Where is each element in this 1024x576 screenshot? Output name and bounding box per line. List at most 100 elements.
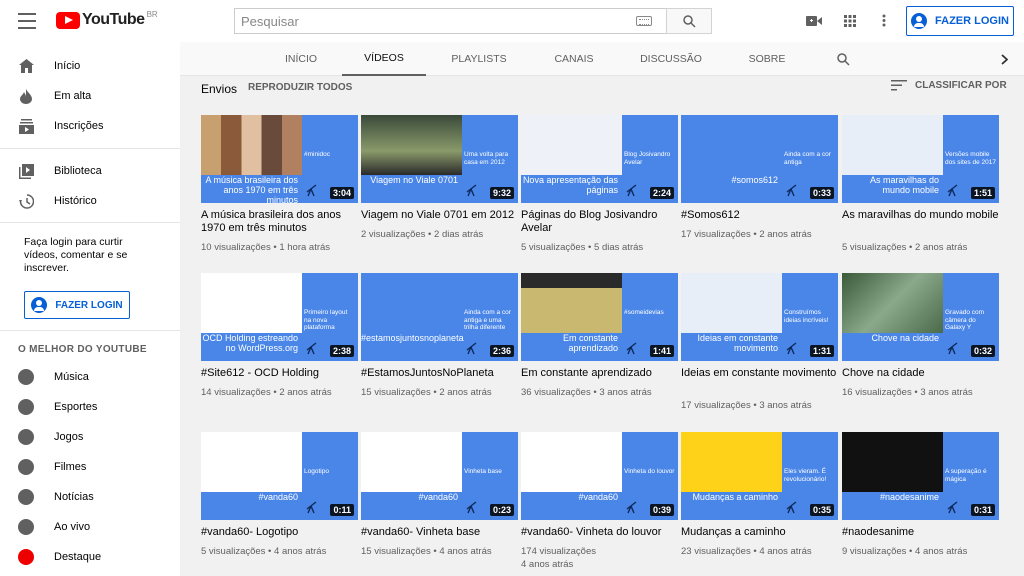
history-icon xyxy=(18,193,34,209)
tab-videos[interactable]: VÍDEOS xyxy=(342,42,426,76)
video-views: 17 visualizações xyxy=(681,229,751,240)
video-title[interactable]: Viagem no Viale 0701 em 2012 xyxy=(361,209,521,222)
video-age: 2 dias atrás xyxy=(434,229,484,240)
sidebar-item-history[interactable]: Histórico xyxy=(0,186,180,216)
video-age: 4 anos atrás xyxy=(439,546,492,557)
video-thumbnail[interactable]: Ideias em constante movimento Construímos… xyxy=(681,273,838,361)
apps-grid-icon[interactable] xyxy=(844,14,856,32)
sort-button[interactable]: CLASSIFICAR POR xyxy=(891,80,1007,91)
video-meta: 15 visualizações • 2 anos atrás xyxy=(361,386,521,399)
video-thumbnail[interactable]: #vanda60 Vinheta do louvor 0:39 xyxy=(521,432,678,520)
thumbnail-image xyxy=(201,115,302,175)
sidebar-item-library[interactable]: Biblioteca xyxy=(0,156,180,186)
login-button[interactable]: FAZER LOGIN xyxy=(906,6,1014,36)
video-views: 16 visualizações xyxy=(842,387,912,398)
tab-channels[interactable]: CANAIS xyxy=(546,42,602,76)
video-title[interactable]: A música brasileira dos anos 1970 em trê… xyxy=(201,209,361,235)
sidebar-item-movies[interactable]: Filmes xyxy=(0,452,180,482)
thumbnail-side-text: Logotipo xyxy=(304,468,329,475)
sidebar-item-gaming[interactable]: Jogos xyxy=(0,422,180,452)
video-views: 15 visualizações xyxy=(361,546,431,557)
video-title[interactable]: #Somos612 xyxy=(681,209,841,222)
thumbnail-side-text: Blog Josivandro Avelar xyxy=(624,151,671,166)
sidebar-login-button[interactable]: FAZER LOGIN xyxy=(24,291,130,319)
video-title[interactable]: Em constante aprendizado xyxy=(521,367,681,380)
thumbnail-image xyxy=(842,115,943,175)
video-title[interactable]: #vanda60- Logotipo xyxy=(201,526,361,539)
sidebar-item-sports[interactable]: Esportes xyxy=(0,392,180,422)
flame-icon xyxy=(18,88,34,104)
sidebar-item-live[interactable]: Ao vivo xyxy=(0,512,180,542)
search-icon xyxy=(682,14,696,28)
thumbnail-caption: Chove na cidade xyxy=(871,333,939,343)
video-thumbnail[interactable]: Mudanças a caminho Eles vieram. É revoluc… xyxy=(681,432,838,520)
video-title[interactable]: #vanda60- Vinheta do louvor xyxy=(521,526,681,539)
video-age: 4 anos atrás xyxy=(915,546,968,557)
video-thumbnail[interactable]: As maravilhas do mundo mobile Versões mob… xyxy=(842,115,999,203)
sidebar-item-label: Destaque xyxy=(54,551,102,563)
video-title[interactable]: #naodesanime xyxy=(842,526,1002,539)
video-thumbnail[interactable]: Nova apresentação das páginas Blog Josiva… xyxy=(521,115,678,203)
top-bar: YouTube BR FAZER LOGIN xyxy=(0,0,1024,42)
telescope-icon xyxy=(626,184,637,197)
sidebar-item-spotlight[interactable]: Destaque xyxy=(0,542,180,572)
keyboard-icon[interactable] xyxy=(636,16,652,26)
sidebar-item-trending[interactable]: Em alta xyxy=(0,81,180,111)
channel-search-icon[interactable] xyxy=(830,42,856,76)
sidebar-item-label: Notícias xyxy=(54,491,94,503)
tab-about[interactable]: SOBRE xyxy=(740,42,794,76)
video-title[interactable]: Páginas do Blog Josivandro Avelar xyxy=(521,209,681,235)
sidebar-divider xyxy=(0,222,180,223)
tab-discussion[interactable]: DISCUSSÃO xyxy=(630,42,712,76)
video-thumbnail[interactable]: #vanda60 Vinheta base 0:23 xyxy=(361,432,518,520)
video-meta: 5 visualizações • 4 anos atrás xyxy=(201,545,361,558)
video-views: 5 visualizações xyxy=(842,242,907,253)
thumbnail-side-text: #someidevias xyxy=(624,309,664,316)
video-title[interactable]: As maravilhas do mundo mobile xyxy=(842,209,1002,222)
video-thumbnail[interactable]: Viagem no Viale 0701 Uma volta para casa … xyxy=(361,115,518,203)
tab-home[interactable]: INÍCIO xyxy=(274,42,328,76)
thumbnail-caption: Ideias em constante movimento xyxy=(697,333,778,353)
video-title[interactable]: Ideias em constante movimento xyxy=(681,367,841,380)
video-thumbnail[interactable]: #vanda60 Logotipo 0:11 xyxy=(201,432,358,520)
search-button[interactable] xyxy=(666,8,712,34)
video-meta: 16 visualizações • 3 anos atrás xyxy=(842,386,1002,399)
menu-icon[interactable] xyxy=(18,13,36,29)
sidebar-item-subscriptions[interactable]: Inscrições xyxy=(0,111,180,141)
video-thumbnail[interactable]: OCD Holding estreando no WordPress.org Pr… xyxy=(201,273,358,361)
video-age: 4 anos atrás xyxy=(759,546,812,557)
more-vert-icon[interactable] xyxy=(882,14,886,32)
video-views: 14 visualizações xyxy=(201,387,271,398)
search-box xyxy=(234,8,666,34)
video-thumbnail[interactable]: #naodesanime A superação é mágica 0:31 xyxy=(842,432,999,520)
telescope-icon xyxy=(786,184,797,197)
video-thumbnail[interactable]: Chove na cidade Gravado com câmera do Gal… xyxy=(842,273,999,361)
duration-badge: 0:39 xyxy=(649,504,674,516)
video-age: 3 anos atrás xyxy=(599,387,652,398)
play-all-button[interactable]: REPRODUZIR TODOS xyxy=(248,82,352,93)
video-title[interactable]: #vanda60- Vinheta base xyxy=(361,526,521,539)
sort-label: CLASSIFICAR POR xyxy=(915,80,1007,91)
sidebar-item-news[interactable]: Notícias xyxy=(0,482,180,512)
thumbnail-side-text: Ainda com a cor antiga e uma trilha dife… xyxy=(464,309,511,331)
youtube-logo[interactable]: YouTube BR xyxy=(56,10,158,29)
video-title[interactable]: Chove na cidade xyxy=(842,367,1002,380)
sidebar-item-home[interactable]: Início xyxy=(0,51,180,81)
video-camera-icon[interactable] xyxy=(806,14,822,32)
sidebar-item-music[interactable]: Música xyxy=(0,362,180,392)
video-title[interactable]: Mudanças a caminho xyxy=(681,526,841,539)
video-views: 9 visualizações xyxy=(842,546,907,557)
video-meta: 5 visualizações • 5 dias atrás xyxy=(521,241,681,254)
video-title[interactable]: #EstamosJuntosNoPlaneta xyxy=(361,367,521,380)
search-input[interactable] xyxy=(241,13,636,29)
video-thumbnail[interactable]: A música brasileira dos anos 1970 em trê… xyxy=(201,115,358,203)
video-thumbnail[interactable]: #somos612 Ainda com a cor antiga 0:33 xyxy=(681,115,838,203)
video-title[interactable]: #Site612 - OCD Holding xyxy=(201,367,361,380)
video-thumbnail[interactable]: #estamosjuntosnoplaneta Ainda com a cor a… xyxy=(361,273,518,361)
sidebar-item-label: Filmes xyxy=(54,461,87,473)
video-thumbnail[interactable]: Em constante aprendizado #someidevias 1:41 xyxy=(521,273,678,361)
chevron-right-icon[interactable] xyxy=(992,42,1016,76)
login-label: FAZER LOGIN xyxy=(935,15,1009,27)
tab-playlists[interactable]: PLAYLISTS xyxy=(444,42,514,76)
sort-icon xyxy=(891,80,907,91)
